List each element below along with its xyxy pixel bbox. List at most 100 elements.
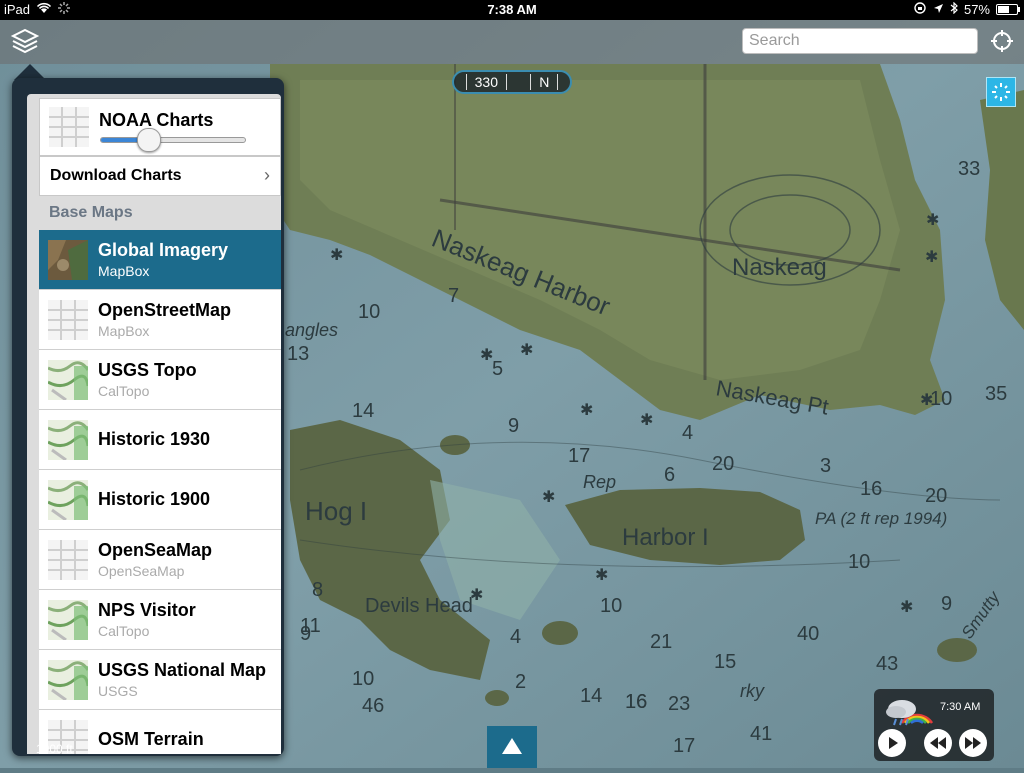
basemap-title: USGS National Map bbox=[98, 660, 267, 680]
basemap-title: NPS Visitor bbox=[98, 600, 196, 620]
lock-rotation-icon bbox=[913, 2, 927, 17]
sounding: 17 bbox=[673, 735, 695, 757]
svg-text:✱: ✱ bbox=[470, 585, 483, 604]
topo-map-thumbnail-icon bbox=[48, 660, 88, 700]
sounding: 17 bbox=[568, 445, 590, 467]
sounding: 16 bbox=[860, 478, 882, 500]
rewind-button[interactable] bbox=[924, 729, 952, 757]
scale-label: 1000 ft bbox=[36, 742, 73, 756]
svg-text:✱: ✱ bbox=[480, 345, 493, 364]
satellite-thumbnail-icon bbox=[48, 240, 88, 280]
sounding: 3 bbox=[820, 455, 831, 477]
sounding: 9 bbox=[508, 415, 519, 437]
map-label-rep: Rep bbox=[583, 472, 616, 492]
basemap-title: USGS Topo bbox=[98, 360, 197, 380]
basemap-row[interactable]: USGS National Map USGS bbox=[39, 650, 281, 710]
sounding: 43 bbox=[876, 653, 898, 675]
layers-popover: NOAA Charts Download Charts › Base Maps … bbox=[12, 78, 284, 756]
sounding: 11 bbox=[300, 615, 321, 637]
basemap-row[interactable]: OpenSeaMap OpenSeaMap bbox=[39, 530, 281, 590]
basemap-row[interactable]: USGS Topo CalTopo bbox=[39, 350, 281, 410]
grid-placeholder-icon bbox=[48, 300, 88, 340]
battery-percent: 57% bbox=[963, 2, 990, 17]
slider-knob[interactable] bbox=[137, 128, 161, 152]
basemap-title: OSM Terrain bbox=[98, 729, 204, 749]
sounding: 15 bbox=[714, 651, 736, 673]
download-charts-row[interactable]: Download Charts › bbox=[39, 156, 281, 196]
play-icon bbox=[889, 737, 898, 749]
status-time: 7:38 AM bbox=[487, 2, 537, 17]
sounding: 2 bbox=[515, 671, 526, 693]
crosshair-icon bbox=[991, 30, 1013, 52]
basemap-source: OpenSeaMap bbox=[98, 563, 185, 579]
weather-widget[interactable]: 7:30 AM bbox=[874, 689, 994, 761]
sounding: 10 bbox=[600, 595, 622, 617]
heading-direction: N bbox=[530, 74, 559, 90]
map-label-tangles: angles bbox=[285, 320, 338, 340]
noaa-opacity-slider[interactable] bbox=[100, 128, 246, 152]
heading-indicator[interactable]: 330 N bbox=[452, 70, 572, 94]
svg-text:✱: ✱ bbox=[580, 400, 593, 419]
chevron-right-icon: › bbox=[264, 165, 270, 185]
basemap-title: OpenStreetMap bbox=[98, 300, 232, 320]
sounding: 4 bbox=[682, 422, 693, 444]
fast-forward-button[interactable] bbox=[959, 729, 987, 757]
layers-button[interactable] bbox=[10, 27, 40, 55]
locate-button[interactable] bbox=[991, 30, 1013, 52]
basemap-row[interactable]: OSM Terrain bbox=[39, 710, 281, 754]
fast-forward-icon bbox=[965, 737, 981, 749]
sounding: 33 bbox=[958, 158, 980, 180]
layers-icon bbox=[10, 28, 40, 54]
topo-map-thumbnail-icon bbox=[48, 600, 88, 640]
sounding: 8 bbox=[312, 579, 323, 601]
basemap-title: Global Imagery bbox=[98, 240, 229, 260]
sounding: 14 bbox=[352, 400, 374, 422]
svg-text:✱: ✱ bbox=[330, 245, 343, 264]
sounding: 40 bbox=[797, 623, 819, 645]
topo-map-thumbnail-icon bbox=[48, 360, 88, 400]
sounding: 16 bbox=[625, 691, 647, 713]
basemap-title: Historic 1900 bbox=[98, 489, 211, 509]
sounding: 4 bbox=[510, 626, 521, 648]
rewind-icon bbox=[930, 737, 946, 749]
basemap-row[interactable]: NPS Visitor CalTopo bbox=[39, 590, 281, 650]
sounding: 10 bbox=[848, 551, 870, 573]
sounding: 10 bbox=[358, 301, 380, 323]
expand-panel-button[interactable] bbox=[487, 726, 537, 768]
basemap-row[interactable]: Historic 1900 bbox=[39, 470, 281, 530]
basemap-title: Historic 1930 bbox=[98, 429, 211, 449]
sounding: 46 bbox=[362, 695, 384, 717]
svg-text:✱: ✱ bbox=[520, 340, 533, 359]
sounding: 6 bbox=[664, 464, 675, 486]
map-label-devils-head: Devils Head bbox=[365, 595, 473, 617]
sounding: 21 bbox=[650, 631, 672, 653]
svg-text:✱: ✱ bbox=[920, 390, 933, 409]
location-arrow-icon bbox=[933, 2, 944, 17]
svg-text:✱: ✱ bbox=[925, 247, 938, 266]
rain-cloud-rainbow-icon bbox=[886, 700, 934, 726]
play-button[interactable] bbox=[878, 729, 906, 757]
basemap-source: CalTopo bbox=[98, 383, 150, 399]
search-input[interactable] bbox=[742, 28, 978, 54]
sounding: 9 bbox=[941, 593, 952, 615]
sync-spinner-icon[interactable] bbox=[986, 77, 1016, 107]
heading-degrees: 330 bbox=[465, 74, 507, 90]
svg-text:✱: ✱ bbox=[900, 597, 913, 616]
weather-time: 7:30 AM bbox=[940, 701, 981, 713]
sounding: 10 bbox=[352, 668, 374, 690]
basemap-source: USGS bbox=[98, 683, 138, 699]
map-label-pa-note: PA (2 ft rep 1994) bbox=[815, 509, 947, 528]
svg-text:✱: ✱ bbox=[542, 487, 555, 506]
svg-text:✱: ✱ bbox=[926, 210, 939, 229]
grid-placeholder-icon bbox=[48, 540, 88, 580]
sounding: 35 bbox=[985, 383, 1007, 405]
popover-content: NOAA Charts Download Charts › Base Maps … bbox=[27, 94, 281, 754]
basemap-row[interactable]: Global Imagery MapBox bbox=[39, 230, 281, 290]
noaa-charts-card[interactable]: NOAA Charts bbox=[39, 98, 281, 156]
basemap-row[interactable]: OpenStreetMap MapBox bbox=[39, 290, 281, 350]
sounding: 7 bbox=[448, 285, 459, 307]
map-label-rky: rky bbox=[740, 681, 765, 701]
basemap-row[interactable]: Historic 1930 bbox=[39, 410, 281, 470]
map-label-hog-i: Hog I bbox=[305, 496, 367, 526]
sounding: 5 bbox=[492, 358, 503, 380]
